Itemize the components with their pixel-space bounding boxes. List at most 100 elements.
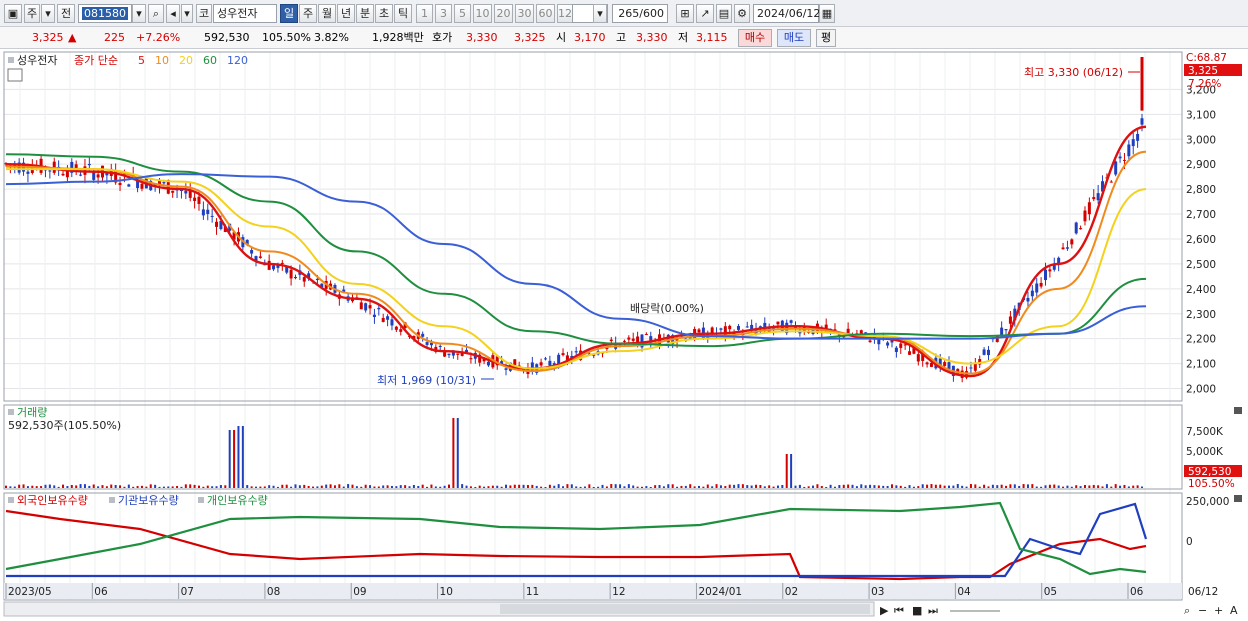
date-tick-label: 02	[785, 586, 798, 598]
candle-body	[1114, 161, 1118, 175]
volume-bar	[1101, 486, 1104, 488]
gear-icon[interactable]: ⚙	[734, 4, 750, 23]
period-tab[interactable]: 일	[280, 4, 298, 23]
volume-bar	[689, 484, 692, 488]
volume-bar	[526, 485, 529, 488]
period-tab[interactable]: 분	[356, 4, 374, 23]
ma-label-prefix: 종가 단순	[74, 54, 118, 67]
pyeong-button[interactable]: 평	[816, 29, 836, 47]
volume-bar	[395, 486, 398, 488]
stock-code-input[interactable]: 081580	[78, 4, 132, 23]
code-dropdown-icon[interactable]: ▾	[132, 4, 146, 23]
volume-bar	[426, 486, 429, 488]
scroll-last-icon[interactable]: ⏭	[928, 604, 938, 617]
volume-bar	[281, 484, 284, 488]
scroll-first-icon[interactable]: ⏮	[894, 604, 904, 617]
date-tick-label: 11	[526, 586, 539, 598]
draw-tool-icon[interactable]: ↗	[696, 4, 714, 23]
volume-tick-label: 5,000K	[1186, 446, 1224, 458]
date-input[interactable]: 2024/06/12	[753, 4, 820, 23]
volume-bar	[162, 486, 165, 488]
volume-bar	[70, 485, 73, 488]
search-icon[interactable]: ⌕	[148, 4, 164, 23]
period-tab[interactable]: 주	[299, 4, 317, 23]
volume-bar	[355, 486, 358, 488]
volume-bar	[241, 426, 244, 488]
candle-body	[1039, 282, 1043, 287]
candle-body	[631, 338, 635, 341]
candle-body	[1070, 239, 1074, 245]
speaker-icon[interactable]: ◂	[166, 4, 180, 23]
volume-bar	[1123, 484, 1126, 488]
date-tick-label: 08	[267, 586, 280, 598]
volume-bar	[798, 484, 801, 488]
volume-bar	[412, 484, 415, 488]
period-selector[interactable]: 전	[57, 4, 75, 23]
volume-bar	[404, 485, 407, 488]
volume-bar	[1005, 485, 1008, 488]
market-dropdown-icon[interactable]: ▾	[41, 4, 55, 23]
corner-label: C:68.87	[1186, 52, 1227, 64]
scroll-right-icon[interactable]: ▶	[880, 604, 889, 617]
interval-dropdown-icon[interactable]: ▾	[593, 4, 607, 23]
volume-bar	[869, 484, 872, 488]
candle-body	[1074, 222, 1078, 234]
volume-bar	[478, 485, 481, 488]
volume-bar	[671, 484, 674, 488]
zoom-in-icon[interactable]: +	[1214, 604, 1223, 617]
chart-type-icon[interactable]: ⊞	[676, 4, 694, 23]
period-tab[interactable]: 틱	[394, 4, 412, 23]
grid-toggle-icon[interactable]	[7, 68, 23, 82]
speaker-dropdown-icon[interactable]: ▾	[181, 4, 193, 23]
volume-bar	[1057, 485, 1060, 488]
candle-body	[206, 209, 210, 214]
stop-icon[interactable]: ■	[912, 604, 922, 617]
candle-body	[364, 303, 368, 311]
holdings-panel-close-icon[interactable]	[1234, 495, 1242, 502]
interval-button[interactable]: 30	[515, 4, 534, 23]
volume-bar	[92, 484, 95, 488]
interval-button[interactable]: 10	[473, 4, 492, 23]
market-selector[interactable]: 주	[24, 4, 40, 23]
volume-panel-close-icon[interactable]	[1234, 407, 1242, 414]
volume-bar	[290, 486, 293, 488]
candle-body	[1048, 269, 1052, 272]
candle-body	[877, 339, 881, 345]
interval-button[interactable]: 3	[435, 4, 452, 23]
interval-button[interactable]: 5	[454, 4, 471, 23]
volume-panel[interactable]	[3, 404, 1183, 490]
interval-button[interactable]: 20	[494, 4, 513, 23]
volume-bar	[943, 485, 946, 488]
bar-count-field[interactable]: 265/600	[612, 4, 668, 23]
sell-button[interactable]: 매도	[777, 29, 811, 47]
period-tab[interactable]: 초	[375, 4, 393, 23]
price-tick-label: 2,400	[1186, 284, 1216, 296]
candle-body	[201, 209, 205, 216]
ma-legend-item: 20	[179, 54, 193, 67]
period-tab[interactable]: 월	[318, 4, 336, 23]
volume-bar	[206, 485, 209, 488]
volume-bar	[101, 485, 104, 488]
volume-bar	[233, 430, 236, 488]
zoom-out-icon[interactable]: −	[1198, 604, 1207, 617]
candle-body	[250, 249, 254, 254]
zoom-search-icon[interactable]: ⌕	[1184, 604, 1190, 617]
font-size-icon[interactable]: A	[1230, 604, 1238, 617]
date-end-label: 06/12	[1188, 586, 1218, 598]
interval-button[interactable]: 60	[536, 4, 555, 23]
volume-bar	[614, 484, 617, 488]
candle-body	[171, 190, 175, 193]
interval-button[interactable]: 1	[416, 4, 433, 23]
calendar-icon[interactable]: ▦	[819, 4, 835, 23]
kosdaq-button[interactable]: 코	[196, 4, 212, 23]
candle-body	[258, 256, 262, 258]
buy-button[interactable]: 매수	[738, 29, 772, 47]
volume-bar	[719, 485, 722, 488]
chart-window-icon[interactable]: ▣	[4, 4, 22, 23]
period-tab[interactable]: 년	[337, 4, 355, 23]
volume-bar	[825, 486, 828, 488]
chart-scrollbar-thumb[interactable]	[500, 604, 870, 614]
stock-chart[interactable]: 3,2003,1003,0002,9002,8002,7002,6002,500…	[0, 49, 1248, 621]
save-icon[interactable]: ▤	[716, 4, 732, 23]
volume-bar	[360, 486, 363, 488]
